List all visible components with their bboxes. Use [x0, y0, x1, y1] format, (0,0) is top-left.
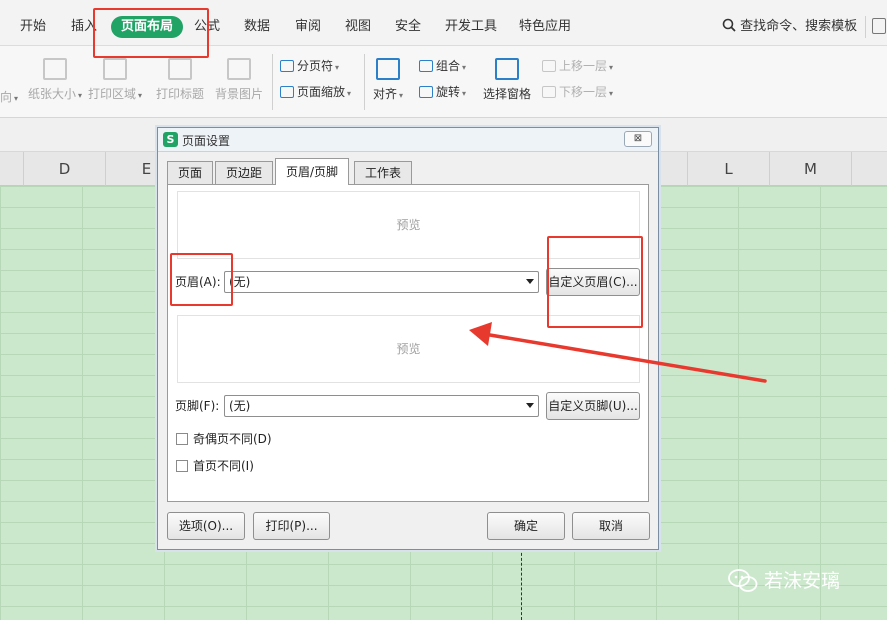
watermark: 若沫安璃: [728, 566, 840, 596]
wechat-icon: [728, 569, 758, 592]
watermark-text: 若沫安璃: [764, 570, 841, 592]
annotation-arrow: [469, 322, 767, 383]
tab-header-footer[interactable]: 页眉/页脚: [275, 158, 350, 185]
